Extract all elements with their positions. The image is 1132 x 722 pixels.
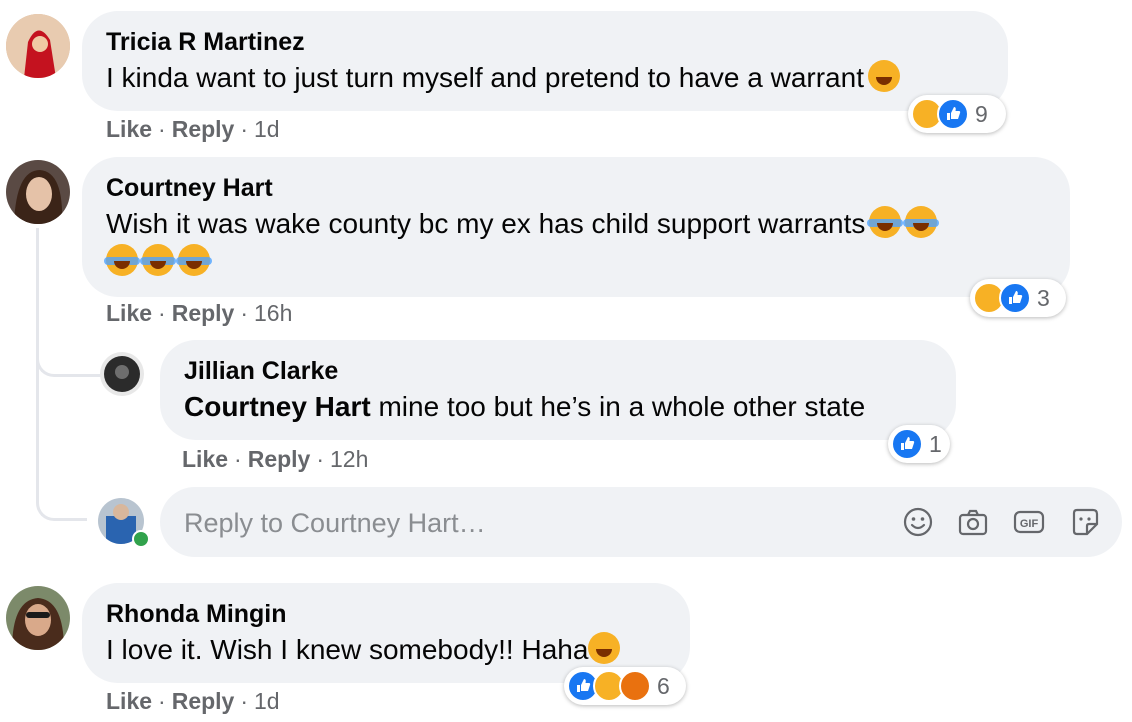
separator: ·: [240, 300, 249, 326]
reply-button[interactable]: Reply: [172, 116, 235, 142]
reply-text: Courtney Hart mine too but he’s in a who…: [184, 388, 932, 426]
emoji-icon[interactable]: [902, 506, 934, 538]
like-reaction-icon: [999, 282, 1031, 314]
like-reaction-icon: [937, 98, 969, 130]
timestamp[interactable]: 1d: [254, 116, 280, 142]
sticker-icon[interactable]: [1069, 506, 1101, 538]
separator: ·: [158, 300, 166, 326]
reply-button[interactable]: Reply: [172, 688, 235, 714]
reply-actions: Like · Reply · 12h: [182, 446, 368, 473]
like-button[interactable]: Like: [106, 116, 152, 142]
reaction-summary[interactable]: 1: [888, 425, 950, 463]
comment-text: Wish it was wake county bc my ex has chi…: [104, 205, 1046, 281]
comment-actions: Like · Reply · 1d: [106, 116, 280, 143]
separator: ·: [158, 688, 166, 714]
grin-sweat-emoji-icon: [867, 60, 900, 92]
avatar-photo: [6, 14, 70, 78]
svg-text:GIF: GIF: [1020, 518, 1039, 530]
reply-author[interactable]: Jillian Clarke: [184, 354, 932, 388]
reaction-summary[interactable]: 3: [970, 279, 1066, 317]
separator: ·: [240, 116, 249, 142]
reply-input[interactable]: [182, 487, 866, 559]
comment-actions: Like · Reply · 16h: [106, 300, 292, 327]
gif-icon[interactable]: GIF: [1013, 506, 1045, 538]
reaction-summary[interactable]: 6: [564, 667, 686, 705]
comment-text: I kinda want to just turn myself and pre…: [106, 59, 984, 97]
tears-of-joy-emoji-icon: [903, 206, 940, 238]
timestamp[interactable]: 1d: [254, 688, 280, 714]
reply-button[interactable]: Reply: [248, 446, 311, 472]
avatar-photo: [6, 586, 70, 650]
tears-of-joy-emoji-icon: [104, 244, 140, 276]
avatar[interactable]: [6, 160, 70, 224]
like-button[interactable]: Like: [182, 446, 228, 472]
camera-icon[interactable]: [957, 506, 989, 538]
tears-of-joy-emoji-icon: [140, 244, 176, 276]
comment-text-body: I kinda want to just turn myself and pre…: [106, 62, 864, 93]
comment-bubble: Tricia R Martinez I kinda want to just t…: [82, 11, 1008, 111]
avatar-photo: [6, 160, 70, 224]
reaction-summary[interactable]: 9: [908, 95, 1006, 133]
separator: ·: [234, 446, 242, 472]
timestamp[interactable]: 12h: [330, 446, 368, 472]
comment-actions: Like · Reply · 1d: [106, 688, 280, 715]
avatar[interactable]: [6, 586, 70, 650]
comment-author[interactable]: Rhonda Mingin: [106, 597, 666, 631]
tears-of-joy-emoji-icon: [867, 206, 904, 238]
avatar[interactable]: [100, 352, 144, 396]
timestamp[interactable]: 16h: [254, 300, 292, 326]
reaction-count: 3: [1037, 284, 1050, 311]
comment-author[interactable]: Courtney Hart: [106, 171, 1046, 205]
reaction-count: 6: [657, 672, 670, 699]
separator: ·: [316, 446, 325, 472]
like-button[interactable]: Like: [106, 688, 152, 714]
comment-author[interactable]: Tricia R Martinez: [106, 25, 984, 59]
angry-reaction-icon: [619, 670, 651, 702]
reply-bubble: Jillian Clarke Courtney Hart mine too bu…: [160, 340, 956, 440]
avatar-photo: [100, 352, 144, 396]
separator: ·: [240, 688, 249, 714]
reaction-count: 1: [929, 430, 942, 457]
comment-bubble: Courtney Hart Wish it was wake county bc…: [82, 157, 1070, 297]
reaction-count: 9: [975, 100, 988, 127]
comment-text: I love it. Wish I knew somebody!! Haha: [106, 631, 666, 669]
like-reaction-icon: [891, 428, 923, 460]
like-button[interactable]: Like: [106, 300, 152, 326]
comment-text-body: Wish it was wake county bc my ex has chi…: [106, 208, 866, 239]
separator: ·: [158, 116, 166, 142]
mention-link[interactable]: Courtney Hart: [184, 391, 371, 422]
reply-composer: GIF: [160, 487, 1122, 559]
reply-button[interactable]: Reply: [172, 300, 235, 326]
avatar[interactable]: [6, 14, 70, 78]
comment-text-body: I love it. Wish I knew somebody!! Haha: [106, 634, 589, 665]
tears-of-joy-emoji-icon: [176, 244, 212, 276]
reply-text-body: mine too but he’s in a whole other state: [378, 391, 866, 422]
grinning-emoji-icon: [588, 632, 621, 664]
online-status-indicator: [132, 530, 150, 548]
